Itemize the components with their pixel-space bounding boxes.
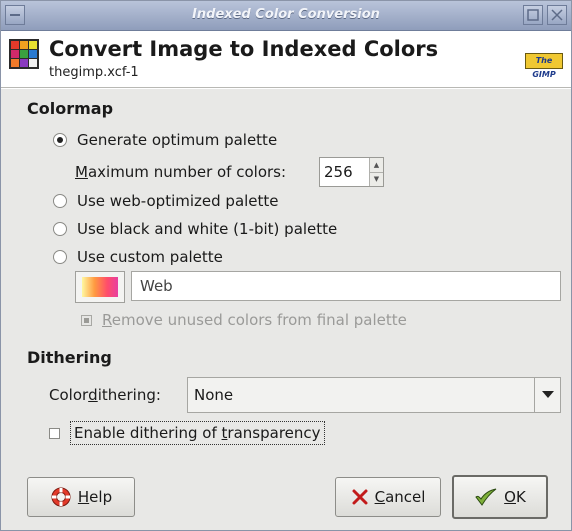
close-button[interactable] — [547, 5, 567, 25]
palette-gradient-icon — [82, 277, 118, 297]
mnemonic-char: R — [102, 311, 112, 329]
mnemonic-char: C — [374, 488, 386, 506]
spinner-arrows[interactable]: ▲ ▼ — [369, 158, 383, 186]
mnemonic-char: d — [88, 386, 98, 404]
mnemonic-char: O — [504, 488, 516, 506]
radio-button[interactable] — [53, 222, 67, 236]
radio-optimum-palette[interactable]: Generate optimum palette — [53, 131, 277, 149]
mnemonic-char: M — [75, 163, 88, 181]
gimp-logo: The GIMP — [525, 53, 563, 79]
radio-custom-palette[interactable]: Use custom palette — [53, 248, 223, 266]
label-text: ithering: — [97, 386, 161, 404]
color-dithering-label: Color d ithering: — [49, 386, 161, 404]
radio-label: Use custom palette — [77, 248, 223, 266]
radio-label: Use web-optimized palette — [77, 192, 279, 210]
cancel-x-icon — [352, 489, 368, 505]
radio-web-palette[interactable]: Use web-optimized palette — [53, 192, 279, 210]
title-bar[interactable]: Indexed Color Conversion — [1, 1, 571, 31]
radio-label: Use black and white (1-bit) palette — [77, 220, 338, 238]
maximize-button[interactable] — [523, 5, 543, 25]
radio-bw-palette[interactable]: Use black and white (1-bit) palette — [53, 220, 337, 238]
label-text: ancel — [385, 488, 426, 506]
transparency-dithering-checkbox[interactable]: Enable dithering of transparency — [49, 421, 325, 445]
label-text: ransparency — [227, 424, 321, 442]
label-text: K — [515, 488, 526, 506]
help-label: Help — [78, 488, 112, 506]
dithering-section-title: Dithering — [27, 348, 112, 367]
radio-button[interactable] — [53, 194, 67, 208]
ok-label: OK — [504, 488, 526, 506]
help-button[interactable]: Help — [27, 477, 135, 517]
image-name: thegimp.xcf-1 — [49, 65, 139, 80]
spin-down-icon[interactable]: ▼ — [370, 172, 383, 186]
custom-palette-field[interactable]: Web — [131, 271, 561, 301]
dialog-heading: Convert Image to Indexed Colors — [49, 37, 439, 61]
window-title: Indexed Color Conversion — [192, 7, 380, 22]
label-text: Color — [49, 386, 89, 404]
radio-button[interactable] — [53, 250, 67, 264]
header-divider — [1, 87, 571, 89]
cancel-label: Cancel — [375, 488, 426, 506]
dithering-value: None — [194, 386, 234, 404]
checkbox-box[interactable] — [81, 314, 92, 326]
checkbox-label: Enable dithering of transparency — [70, 421, 325, 445]
cancel-button[interactable]: Cancel — [335, 477, 441, 517]
remove-unused-checkbox[interactable]: Remove unused colors from final palette — [81, 311, 407, 329]
label-text: Enable dithering of — [74, 424, 222, 442]
radio-label: Generate optimum palette — [77, 131, 278, 149]
ok-checkmark-icon — [475, 488, 497, 506]
gimp-logo-text: The GIMP — [532, 56, 556, 79]
dialog-header: Convert Image to Indexed Colors thegimp.… — [1, 31, 571, 87]
max-colors-spinner[interactable]: 256 ▲ ▼ — [319, 157, 384, 187]
ok-button[interactable]: OK — [452, 475, 548, 519]
spin-up-icon[interactable]: ▲ — [370, 158, 383, 173]
radio-button-selected[interactable] — [53, 133, 67, 147]
mnemonic-char: H — [77, 488, 90, 506]
indexed-palette-icon — [9, 39, 39, 69]
dropdown-arrow-icon[interactable] — [534, 378, 560, 412]
color-dithering-select[interactable]: None — [187, 377, 561, 413]
max-colors-value[interactable]: 256 — [320, 158, 369, 186]
colormap-section-title: Colormap — [27, 99, 114, 118]
maximize-icon — [527, 9, 539, 21]
label-text: emove unused colors from final palette — [111, 311, 407, 329]
dialog-window: Indexed Color Conversion Convert Image t… — [0, 0, 572, 531]
max-colors-label: Maximum number of colors: — [75, 163, 286, 181]
checkbox-label: Remove unused colors from final palette — [102, 311, 407, 329]
checkbox-box[interactable] — [49, 427, 60, 439]
label-text: aximum number of colors: — [87, 163, 287, 181]
lifebuoy-icon — [51, 487, 71, 507]
palette-preview-button[interactable] — [75, 271, 125, 303]
close-icon — [551, 9, 563, 21]
label-text: elp — [89, 488, 113, 506]
